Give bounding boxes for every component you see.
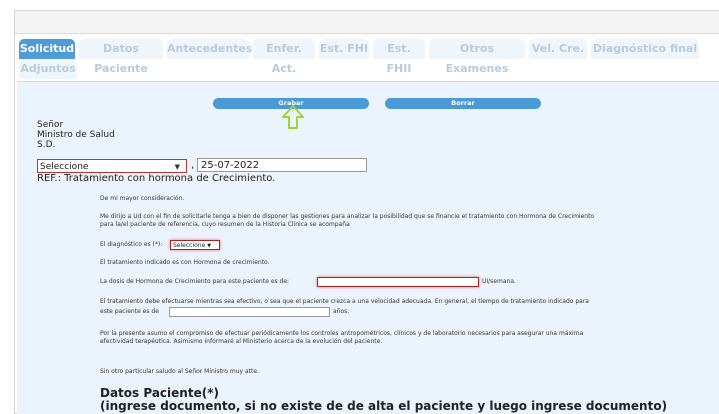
- address-line-2: Ministro de Salud: [37, 130, 115, 140]
- dose-label: La dosis de Hormona de Crecimiento para …: [100, 278, 290, 285]
- commitment-text-2: efectividad terapéutica. Asimismo inform…: [100, 338, 383, 345]
- chevron-down-icon: ▼: [207, 243, 212, 249]
- location-select[interactable]: Seleccione ▼: [37, 159, 187, 173]
- delete-button[interactable]: Borrar: [385, 98, 541, 109]
- arrow-up-icon: [282, 105, 304, 129]
- diagnosis-select[interactable]: Seleccione ▼: [170, 240, 220, 250]
- app-window: Solicitud Datos Paciente Antecedentes En…: [14, 10, 719, 414]
- patient-data-heading: Datos Paciente(*): [100, 386, 219, 400]
- years-unit: años.: [333, 308, 350, 315]
- greeting-text: De mi mayor consideración.: [100, 195, 185, 202]
- location-select-value: Seleccione: [40, 162, 89, 172]
- intro-text-2: para la/el paciente de referencia, cuyo …: [100, 221, 350, 228]
- diagnosis-select-value: Seleccione: [173, 242, 206, 249]
- tab-datos-paciente[interactable]: Datos Paciente: [79, 39, 163, 75]
- tab-otros-examenes[interactable]: Otros Examenes: [429, 39, 525, 75]
- date-field[interactable]: 25-07-2022: [197, 158, 367, 172]
- dose-input[interactable]: [317, 277, 479, 287]
- duration-text-2: este paciente es de: [100, 308, 159, 315]
- tab-est-fhii[interactable]: Est. FHII: [373, 39, 425, 75]
- date-separator: ,: [191, 160, 195, 171]
- top-bar: [15, 11, 719, 34]
- closing-text: Sin otro particular saludo al Señor Mini…: [100, 368, 259, 375]
- tab-vel-cre[interactable]: Vel. Cre.: [529, 39, 587, 59]
- tab-est-fhi[interactable]: Est. FHI: [319, 39, 369, 59]
- solicitud-panel: Grabar Borrar Señor Ministro de Salud S.…: [17, 81, 719, 414]
- intro-text-1: Me dirijo a Ud con el fin de solicitarle…: [100, 213, 595, 220]
- years-input[interactable]: [169, 307, 330, 317]
- tab-bar: Solicitud Datos Paciente Antecedentes En…: [15, 39, 719, 83]
- dose-unit: UI/semana.: [482, 278, 516, 285]
- patient-data-subheading: (ingrese documento, si no existe de de a…: [100, 399, 668, 413]
- tab-antecedentes[interactable]: Antecedentes: [167, 39, 252, 59]
- reference-line: REF.: Tratamiento con hormona de Crecimi…: [37, 173, 276, 184]
- address-line-1: Señor: [37, 120, 64, 130]
- diagnosis-label: El diagnóstico es (*):: [100, 241, 163, 248]
- tab-solicitud[interactable]: Solicitud: [19, 39, 75, 59]
- duration-text-1: El tratamiento debe efectuarse mientras …: [100, 298, 589, 305]
- tab-diagnostico-final[interactable]: Diagnóstico final: [591, 39, 699, 59]
- tab-adjuntos[interactable]: Adjuntos: [19, 59, 77, 79]
- commitment-text-1: Por la presente asumo el compromiso de e…: [100, 330, 584, 337]
- tab-enfer-act[interactable]: Enfer. Act.: [253, 39, 315, 75]
- address-line-3: S.D.: [37, 140, 56, 150]
- treatment-text: El tratamiento indicado es con Hormona d…: [100, 259, 270, 266]
- chevron-down-icon: ▼: [174, 163, 180, 171]
